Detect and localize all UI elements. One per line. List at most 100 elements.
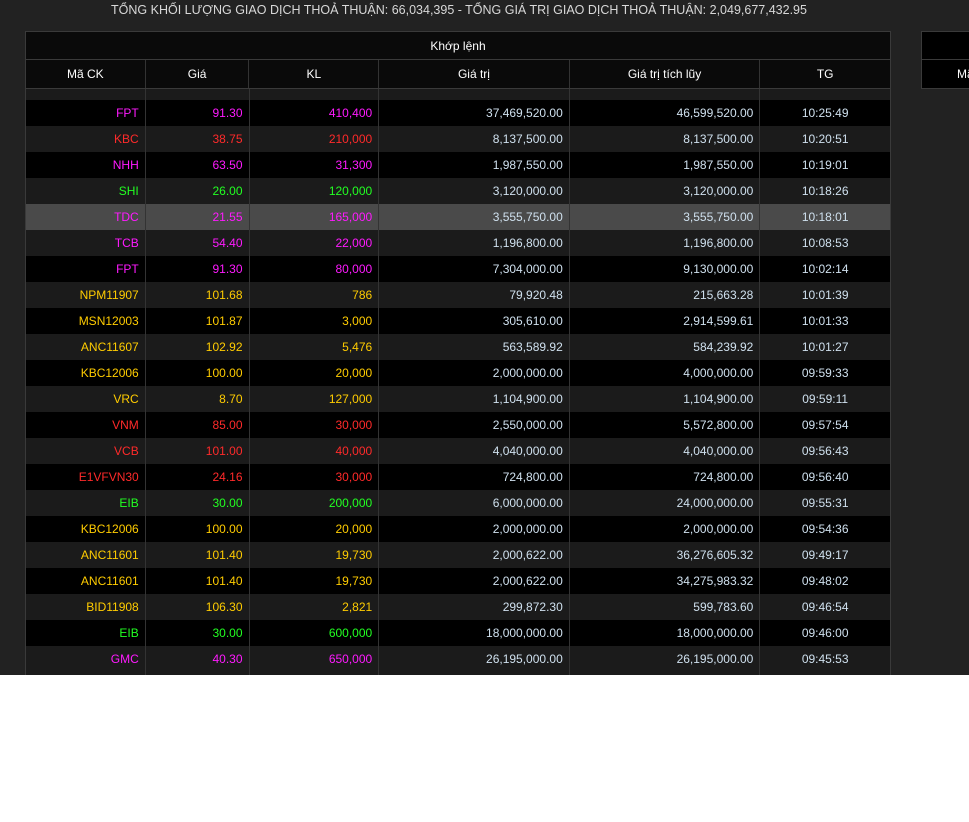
- col-header-value[interactable]: Giá trị: [379, 60, 570, 88]
- table-row[interactable]: ANC11601 101.40 19,730 2,000,622.00 34,275,9…: [26, 568, 890, 594]
- table-row[interactable]: BID11908 106.30 2,821 299,872.30 599,783.60 0…: [26, 594, 890, 620]
- cell-time: 10:01:27: [801, 340, 849, 354]
- table-row[interactable]: SHI 26.00 120,000 3,120,000.00 3,120,000.00 1…: [26, 178, 890, 204]
- cell-price: 85.00: [146, 412, 250, 438]
- cell-value: 724,800.00: [379, 464, 570, 490]
- cell-price: 101.87: [146, 308, 250, 334]
- cell-cumulative: 26,195,000.00: [570, 646, 761, 672]
- cell-code: E1VFVN30: [26, 464, 146, 490]
- cell-volume: 650,000: [250, 646, 380, 672]
- cell-code: ANC11601: [26, 568, 146, 594]
- cell-price: 100.00: [146, 360, 250, 386]
- cell-volume: 20,000: [250, 516, 380, 542]
- cell-price: 24.16: [146, 464, 250, 490]
- cell-price: 91.30: [146, 100, 250, 126]
- cell-cumulative: 46,599,520.00: [570, 100, 761, 126]
- cell-value: 26,195,000.00: [379, 646, 570, 672]
- table-row[interactable]: EIB 30.00 600,000 18,000,000.00 18,000,000.0…: [26, 620, 890, 646]
- cell-price: 106.30: [146, 594, 250, 620]
- table-row[interactable]: KBC 38.75 210,000 8,137,500.00 8,137,500.00 1…: [26, 126, 890, 152]
- cell-price: 100.00: [146, 516, 250, 542]
- table-row[interactable]: KBC12006 100.00 20,000 2,000,000.00 4,000,00…: [26, 360, 890, 386]
- col-header-volume[interactable]: KL: [249, 60, 380, 88]
- cell-value: 2,000,000.00: [379, 360, 570, 386]
- cell-code: EIB: [26, 490, 146, 516]
- table-row[interactable]: ANC11601 101.40 19,730 2,000,622.00 36,276,6…: [26, 542, 890, 568]
- cell-price: 101.68: [146, 282, 250, 308]
- cell-code: KBC: [26, 126, 146, 152]
- table-row[interactable]: EIB 30.00 200,000 6,000,000.00 24,000,000.00…: [26, 490, 890, 516]
- cell-cumulative: 1,104,900.00: [570, 386, 761, 412]
- cell-code: BID11908: [26, 594, 146, 620]
- table-row[interactable]: FPT 91.30 80,000 7,304,000.00 9,130,000.00 10…: [26, 256, 890, 282]
- cell-cumulative: 3,120,000.00: [570, 178, 761, 204]
- table-row[interactable]: VNM 85.00 30,000 2,550,000.00 5,572,800.00 09…: [26, 412, 890, 438]
- cell-cumulative: 4,000,000.00: [570, 360, 761, 386]
- table-body[interactable]: FPT 91.30 410,400 37,469,520.00 46,599,520.0…: [26, 89, 890, 675]
- cell-volume: 3,000: [250, 308, 380, 334]
- cell-price: 91.30: [146, 256, 250, 282]
- matched-orders-table: Khớp lệnh Mã CK Giá KL Giá trị Giá trị t…: [25, 31, 891, 675]
- table-row[interactable]: NPM11907 101.68 786 79,920.48 215,663.28 10:0…: [26, 282, 890, 308]
- table-row-partial: [26, 89, 890, 100]
- cell-code: NPM11907: [26, 282, 146, 308]
- table-row[interactable]: TCB 54.40 22,000 1,196,800.00 1,196,800.00 10…: [26, 230, 890, 256]
- cell-price: 102.92: [146, 334, 250, 360]
- cell-volume: 19,730: [250, 568, 380, 594]
- table-row[interactable]: KBC12006 100.00 20,000 2,000,000.00 2,000,00…: [26, 516, 890, 542]
- cell-volume: 600,000: [250, 620, 380, 646]
- cell-cumulative: 1,987,550.00: [570, 152, 761, 178]
- cell-time: 10:25:49: [801, 106, 849, 120]
- cell-code: MSN12003: [26, 308, 146, 334]
- cell-value: 2,000,000.00: [379, 516, 570, 542]
- cell-volume: 165,000: [250, 204, 380, 230]
- cell-cumulative: 1,196,800.00: [570, 230, 761, 256]
- cell-value: 6,000,000.00: [379, 490, 570, 516]
- table-row[interactable]: GMC 40.30 650,000 26,195,000.00 26,195,000.0…: [26, 646, 890, 672]
- right-col-header: Mã: [957, 67, 969, 81]
- cell-volume: 410,400: [250, 100, 380, 126]
- table-row[interactable]: NHH 63.50 31,300 1,987,550.00 1,987,550.00 10…: [26, 152, 890, 178]
- cell-time: 10:18:01: [801, 210, 849, 224]
- table-row[interactable]: TDC 21.55 165,000 3,555,750.00 3,555,750.00 1…: [26, 204, 890, 230]
- cell-price: 30.00: [146, 620, 250, 646]
- cell-value: 8,137,500.00: [379, 126, 570, 152]
- cell-time: 09:48:02: [801, 574, 849, 588]
- cell-time: 09:49:17: [801, 548, 849, 562]
- cell-volume: 19,730: [250, 542, 380, 568]
- col-header-code[interactable]: Mã CK: [26, 60, 146, 88]
- cell-time: 10:08:53: [801, 236, 849, 250]
- cell-value: 18,000,000.00: [379, 620, 570, 646]
- cell-volume: 40,000: [250, 438, 380, 464]
- cell-price: 8.70: [146, 386, 250, 412]
- cell-volume: 30,000: [250, 464, 380, 490]
- cell-volume: 200,000: [250, 490, 380, 516]
- cell-time: 09:57:54: [801, 418, 849, 432]
- table-row[interactable]: E1VFVN30 24.16 30,000 724,800.00 724,800.00 0…: [26, 464, 890, 490]
- cell-time: 10:20:51: [801, 132, 849, 146]
- col-header-price[interactable]: Giá: [146, 60, 250, 88]
- table-row[interactable]: MSN12003 101.87 3,000 305,610.00 2,914,599.6…: [26, 308, 890, 334]
- summary-bar: TỔNG KHỐI LƯỢNG GIAO DỊCH THOẢ THUẬN: 66…: [111, 3, 807, 17]
- table-row[interactable]: ANC11607 102.92 5,476 563,589.92 584,239.92 1…: [26, 334, 890, 360]
- cell-cumulative: 9,130,000.00: [570, 256, 761, 282]
- cell-code: EIB: [26, 620, 146, 646]
- cell-cumulative: 24,000,000.00: [570, 490, 761, 516]
- cell-cumulative: 36,276,605.32: [570, 542, 761, 568]
- cell-cumulative: 34,275,983.32: [570, 568, 761, 594]
- cell-price: 54.40: [146, 230, 250, 256]
- table-row[interactable]: VCB 101.00 40,000 4,040,000.00 4,040,000.00 0…: [26, 438, 890, 464]
- table-row[interactable]: FPT 91.30 410,400 37,469,520.00 46,599,520.0…: [26, 100, 890, 126]
- cell-code: VRC: [26, 386, 146, 412]
- table-row[interactable]: VRC 8.70 127,000 1,104,900.00 1,104,900.00 09…: [26, 386, 890, 412]
- cell-code: VCB: [26, 438, 146, 464]
- cell-value: 4,040,000.00: [379, 438, 570, 464]
- cell-cumulative: 3,555,750.00: [570, 204, 761, 230]
- col-header-cumulative[interactable]: Giá trị tích lũy: [570, 60, 761, 88]
- col-header-time[interactable]: TG: [760, 60, 890, 88]
- cell-time: 10:01:33: [801, 314, 849, 328]
- cell-volume: 20,000: [250, 360, 380, 386]
- cell-code: NHH: [26, 152, 146, 178]
- cell-volume: 210,000: [250, 126, 380, 152]
- cell-value: 563,589.92: [379, 334, 570, 360]
